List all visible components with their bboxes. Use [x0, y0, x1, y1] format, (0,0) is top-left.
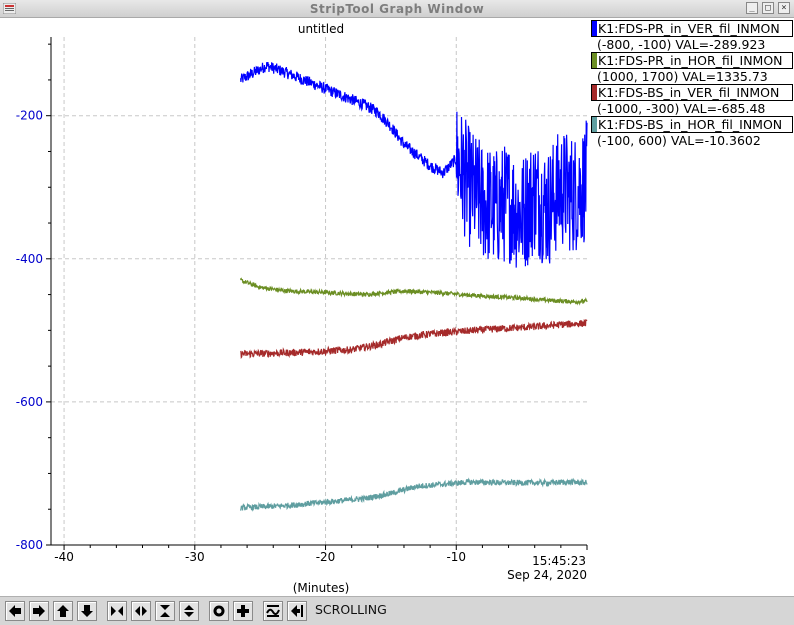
autoscale-button[interactable]: [263, 601, 283, 621]
legend-range-value: (-800, -100) VAL=-289.923: [597, 37, 766, 52]
toolbar: SCROLLING: [0, 596, 794, 625]
close-button[interactable]: ×: [778, 2, 790, 14]
last-icon: [291, 605, 303, 617]
zoom-out-horizontal-button[interactable]: [131, 601, 151, 621]
zoom-out-vertical-icon: [184, 605, 194, 617]
scroll-up-button[interactable]: [53, 601, 73, 621]
series-line: [240, 477, 588, 512]
maximize-icon: □: [765, 3, 771, 13]
time-label: 15:45:23: [532, 554, 586, 568]
window-title: StripTool Graph Window: [309, 2, 485, 16]
zoom-in-vertical-icon: [160, 605, 170, 617]
legend-swatch: [592, 117, 597, 132]
legend-range-value: (-100, 600) VAL=-10.3602: [597, 133, 761, 148]
crosshair-icon: [237, 605, 249, 617]
reset-button[interactable]: [209, 601, 229, 621]
x-tick-label: -40: [54, 550, 74, 564]
y-tick-label: -200: [16, 109, 43, 123]
last-button[interactable]: [287, 601, 307, 621]
date-label: Sep 24, 2020: [507, 568, 587, 582]
x-tick-label: -20: [316, 550, 336, 564]
legend-item-pr-hor[interactable]: K1:FDS-PR_in_HOR_fil_INMON: [591, 52, 793, 69]
left-arrow-icon: [9, 605, 21, 617]
legend-item-bs-ver[interactable]: K1:FDS-BS_in_VER_fil_INMON: [591, 84, 793, 101]
legend-item-pr-ver[interactable]: K1:FDS-PR_in_VER_fil_INMON: [591, 20, 793, 37]
crosshair-button[interactable]: [233, 601, 253, 621]
zoom-in-horizontal-button[interactable]: [107, 601, 127, 621]
legend-swatch: [592, 85, 597, 100]
minimize-button[interactable]: _: [746, 2, 758, 14]
legend-swatch: [592, 21, 597, 36]
close-icon: ×: [781, 3, 787, 13]
zoom-out-vertical-button[interactable]: [179, 601, 199, 621]
right-arrow-icon: [33, 605, 45, 617]
series-line: [240, 62, 588, 268]
maximize-button[interactable]: □: [762, 2, 774, 14]
zoom-out-horizontal-icon: [135, 606, 147, 616]
zoom-in-horizontal-icon: [111, 606, 123, 616]
y-tick-label: -400: [16, 252, 43, 266]
legend-item-bs-hor[interactable]: K1:FDS-BS_in_HOR_fil_INMON: [591, 116, 793, 133]
scroll-left-button[interactable]: [5, 601, 25, 621]
legend-item-label: K1:FDS-BS_in_HOR_fil_INMON: [598, 117, 783, 132]
up-arrow-icon: [57, 605, 69, 617]
graph-area[interactable]: untitled -200 -400 -600 -800 -40 -30 -20 -10 (M…: [0, 18, 794, 596]
legend-range-value: (1000, 1700) VAL=1335.73: [597, 69, 768, 84]
legend-item-label: K1:FDS-PR_in_HOR_fil_INMON: [598, 53, 783, 68]
legend-item-label: K1:FDS-BS_in_VER_fil_INMON: [598, 85, 780, 100]
legend-swatch: [592, 53, 597, 68]
legend-item-label: K1:FDS-PR_in_VER_fil_INMON: [598, 21, 780, 36]
x-tick-label: -10: [446, 550, 466, 564]
minimize-icon: _: [749, 3, 755, 13]
series-line: [240, 318, 588, 359]
y-tick-label: -800: [16, 538, 43, 552]
legend-range-value: (-1000, -300) VAL=-685.48: [597, 101, 766, 116]
autoscale-icon: [266, 605, 280, 617]
window-titlebar[interactable]: StripTool Graph Window _ □ ×: [0, 0, 794, 18]
down-arrow-icon: [81, 605, 93, 617]
status-label: SCROLLING: [315, 602, 387, 617]
zoom-in-vertical-button[interactable]: [155, 601, 175, 621]
y-tick-label: -600: [16, 395, 43, 409]
x-tick-label: -30: [185, 550, 205, 564]
series-line: [240, 277, 588, 306]
graph-title: untitled: [298, 22, 344, 36]
x-axis-label: (Minutes): [293, 581, 350, 595]
scroll-down-button[interactable]: [77, 601, 97, 621]
scroll-right-button[interactable]: [29, 601, 49, 621]
reset-icon: [213, 605, 225, 617]
